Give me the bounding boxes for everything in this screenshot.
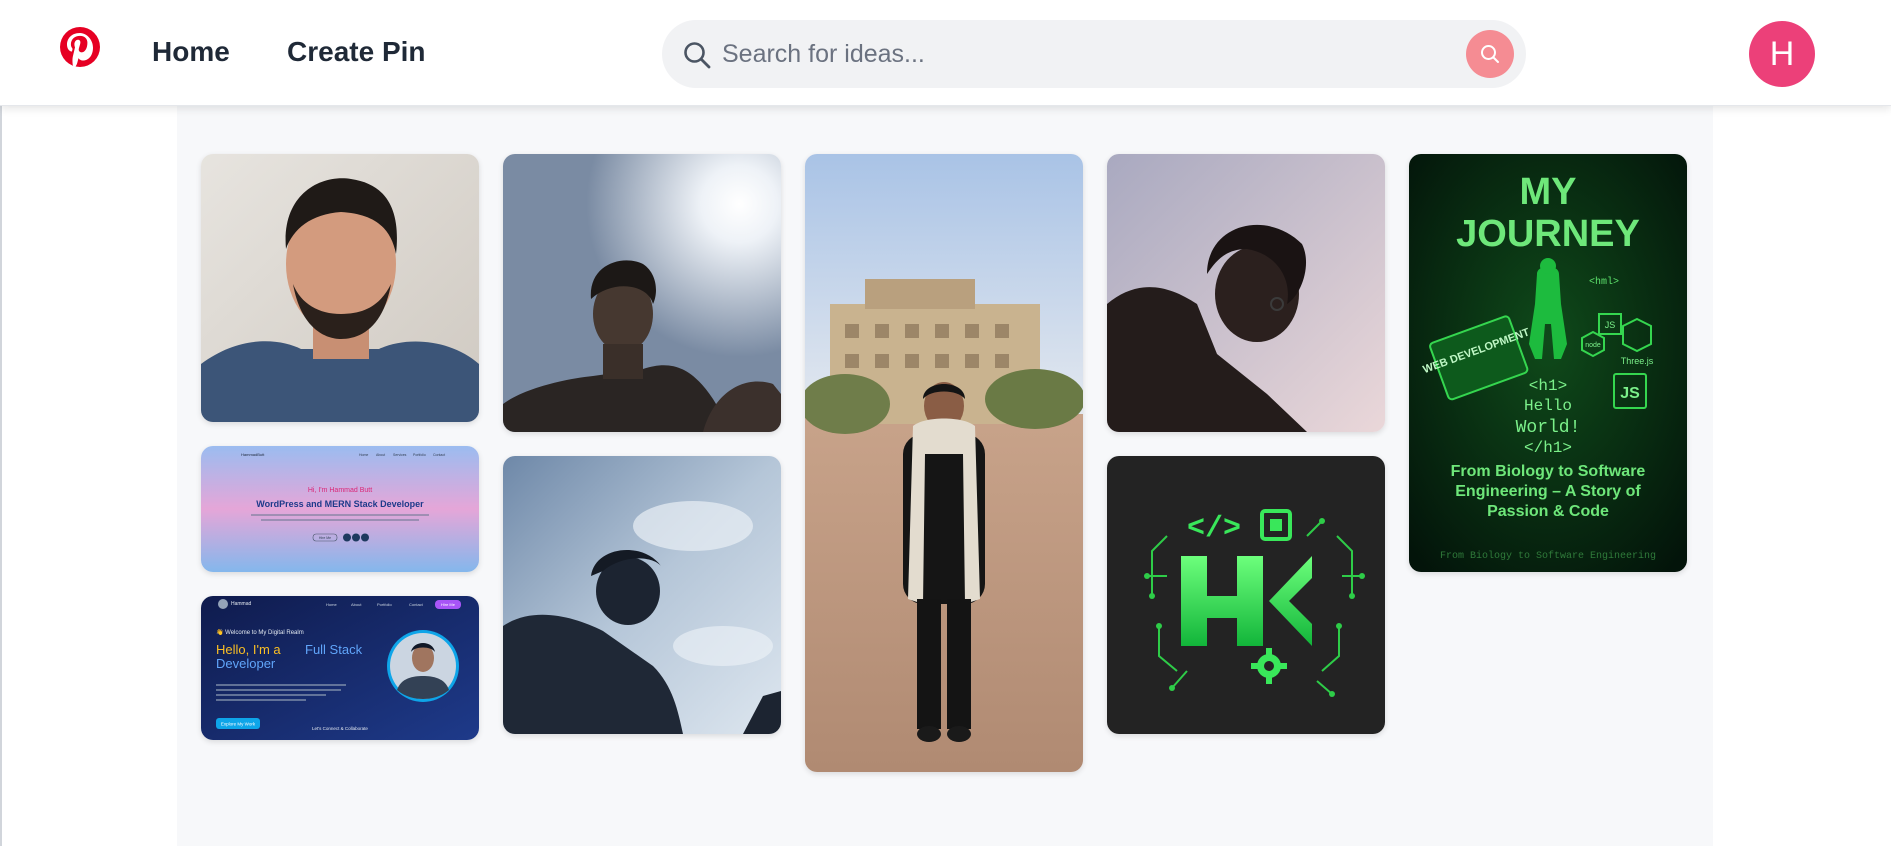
pinterest-logo-icon[interactable]	[58, 25, 102, 77]
dark-role-text: Full Stack	[305, 642, 363, 657]
pin-man-looking-down[interactable]	[1107, 154, 1385, 432]
journey-title-line1: MY	[1520, 171, 1577, 213]
pink-title-text: WordPress and MERN Stack Developer	[256, 499, 424, 509]
dark-connect-text: Let's Connect & Collaborate	[312, 726, 368, 731]
pink-nav-home: Home	[359, 453, 368, 457]
pin-portfolio-dark[interactable]: Hammad Home About Portfolio Contact Hire…	[201, 596, 479, 740]
nav-create-pin-link[interactable]: Create Pin	[287, 36, 426, 68]
dark-hello-text: Hello, I'm a	[216, 642, 281, 657]
pin-portfolio-pink[interactable]: HammadButt Home About Services Portfolio…	[201, 446, 479, 572]
dark-nav-about: About	[351, 602, 362, 607]
journey-js-small-badge: JS	[1605, 320, 1616, 330]
dark-nav-portfolio: Portfolio	[377, 602, 392, 607]
dark-brand-text: Hammad	[231, 601, 252, 607]
pink-nav-about: About	[376, 453, 385, 457]
journey-js-big-badge: JS	[1620, 385, 1640, 402]
search-icon	[682, 40, 712, 70]
page-left-border	[0, 0, 2, 846]
pin-hk-logo[interactable]: </>	[1107, 456, 1385, 734]
pink-greeting-text: Hi, I'm Hammad Butt	[308, 487, 372, 494]
pink-hire-button-label: Hire Me	[319, 536, 331, 540]
pin-silhouette-clouds[interactable]	[503, 456, 781, 734]
journey-title-line2: JOURNEY	[1456, 213, 1640, 255]
dark-welcome-text: 👋 Welcome to My Digital Realm	[216, 628, 304, 636]
journey-node-badge: node	[1585, 342, 1601, 349]
journey-code-line2: Hello	[1524, 397, 1572, 415]
journey-code-line1: <h1>	[1529, 377, 1567, 395]
pin-man-standing[interactable]	[805, 154, 1083, 772]
dark-hire-button-label: Hire Me	[441, 602, 456, 607]
user-avatar[interactable]: H	[1749, 21, 1815, 87]
pink-brand-text: HammadButt	[241, 452, 265, 457]
dark-nav-contact: Contact	[409, 602, 424, 607]
nav-home-link[interactable]: Home	[152, 36, 230, 68]
dark-nav-home: Home	[326, 602, 337, 607]
journey-footer-text: From Biology to Software Engineering	[1440, 550, 1656, 562]
pin-my-journey[interactable]: MY JOURNEY <hml> WEB DEVELOPMENT <h1> He…	[1409, 154, 1687, 572]
dark-role2-text: Developer	[216, 656, 276, 671]
journey-threejs-badge: Three.js	[1621, 356, 1654, 366]
top-navigation-bar: Home Create Pin H	[0, 0, 1891, 106]
pink-nav-portfolio: Portfolio	[413, 453, 426, 457]
dark-explore-button-label: Explore My Work	[221, 722, 256, 727]
search-bar	[662, 20, 1526, 88]
pin-portrait-man[interactable]	[201, 154, 479, 422]
hk-code-tag-text: </>	[1187, 512, 1241, 546]
search-input[interactable]	[722, 20, 1412, 88]
journey-subtitle: From Biology to Software Engineering – A…	[1450, 463, 1646, 520]
pin-grid: HammadButt Home About Services Portfolio…	[177, 106, 1713, 846]
journey-code-line4: </h1>	[1524, 439, 1572, 457]
pink-nav-services: Services	[393, 453, 407, 457]
journey-code-line3: World!	[1516, 418, 1581, 438]
pin-silhouette-sun[interactable]	[503, 154, 781, 432]
search-submit-button[interactable]	[1466, 30, 1514, 78]
journey-html-tag: <hml>	[1589, 276, 1619, 288]
pink-nav-contact: Contact	[433, 453, 445, 457]
search-submit-icon	[1481, 45, 1499, 63]
